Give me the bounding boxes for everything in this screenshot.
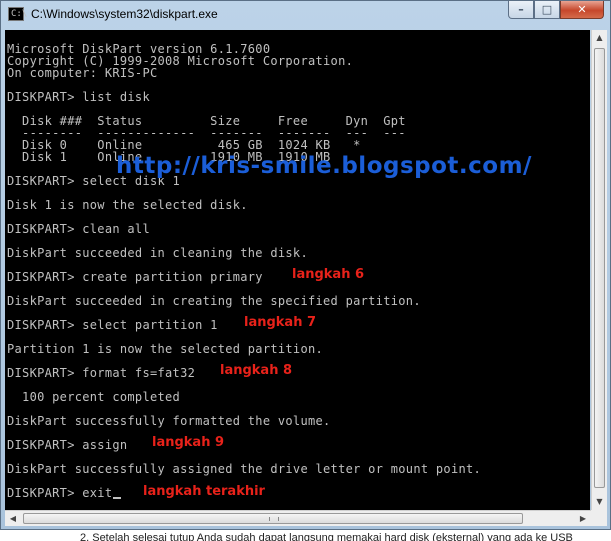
caption-buttons: – □ ✕ <box>508 1 604 20</box>
console-line: DiskPart successfully assigned the drive… <box>7 462 482 476</box>
console-line: DISKPART> assign <box>7 438 128 452</box>
console-line: DiskPart succeeded in creating the speci… <box>7 294 421 308</box>
annotation-step-7: langkah 7 <box>244 315 317 330</box>
scroll-left-arrow-icon[interactable]: ◀ <box>5 511 21 526</box>
annotation-final-step: langkah terakhir <box>143 484 265 499</box>
annotation-step-8: langkah 8 <box>220 363 293 378</box>
horizontal-scroll-thumb[interactable] <box>23 513 523 524</box>
app-icon-text: C:\ <box>11 9 28 19</box>
console-line: Disk ### Status Size Free Dyn Gpt <box>7 114 406 128</box>
title-bar[interactable]: C:\ C:\Windows\system32\diskpart.exe – □… <box>1 1 610 30</box>
vertical-scrollbar[interactable]: ▲ ▼ <box>591 30 607 510</box>
console-line: DiskPart successfully formatted the volu… <box>7 414 331 428</box>
annotation-step-9: langkah 9 <box>152 435 225 450</box>
resize-grip[interactable] <box>591 510 607 526</box>
console-line: Partition 1 is now the selected partitio… <box>7 342 324 356</box>
console-line-current: DISKPART> exit <box>7 486 122 500</box>
current-command-text: DISKPART> exit <box>7 486 113 500</box>
console-line: 100 percent completed <box>7 390 181 404</box>
scroll-up-arrow-icon[interactable]: ▲ <box>592 30 607 46</box>
scroll-down-arrow-icon[interactable]: ▼ <box>592 494 607 510</box>
console-line: -------- ------------- ------- ------- -… <box>7 126 406 140</box>
console-output[interactable]: Microsoft DiskPart version 6.1.7600 Copy… <box>5 30 590 510</box>
console-line: Copyright (C) 1999-2008 Microsoft Corpor… <box>7 54 354 68</box>
page-text-below: 2. Setelah selesai tutup Anda sudah dapa… <box>80 532 573 541</box>
grip-icon <box>269 517 279 521</box>
console-line: DISKPART> clean all <box>7 222 150 236</box>
text-cursor <box>113 497 122 499</box>
console-line: DiskPart succeeded in cleaning the disk. <box>7 246 308 260</box>
console-line: Disk 0 Online 465 GB 1024 KB * <box>7 138 361 152</box>
annotation-step-6: langkah 6 <box>292 267 365 282</box>
console-line: DISKPART> format fs=fat32 <box>7 366 196 380</box>
horizontal-scrollbar[interactable]: ◀ ▶ <box>5 510 591 526</box>
window-title: C:\Windows\system32\diskpart.exe <box>31 7 218 21</box>
close-button[interactable]: ✕ <box>560 1 604 19</box>
blog-watermark: http://kris-smile.blogspot.com/ <box>116 153 532 179</box>
console-line: DISKPART> list disk <box>7 90 150 104</box>
scroll-right-arrow-icon[interactable]: ▶ <box>575 511 591 526</box>
console-line: On computer: KRIS-PC <box>7 66 158 80</box>
console-line: DISKPART> select partition 1 <box>7 318 218 332</box>
console-app-icon[interactable]: C:\ <box>8 7 28 21</box>
console-line: Microsoft DiskPart version 6.1.7600 <box>7 42 271 56</box>
minimize-button[interactable]: – <box>508 1 534 19</box>
console-line: DISKPART> create partition primary <box>7 270 263 284</box>
vertical-scroll-thumb[interactable] <box>594 48 605 488</box>
console-line: Disk 1 is now the selected disk. <box>7 198 248 212</box>
restore-button[interactable]: □ <box>534 1 560 19</box>
